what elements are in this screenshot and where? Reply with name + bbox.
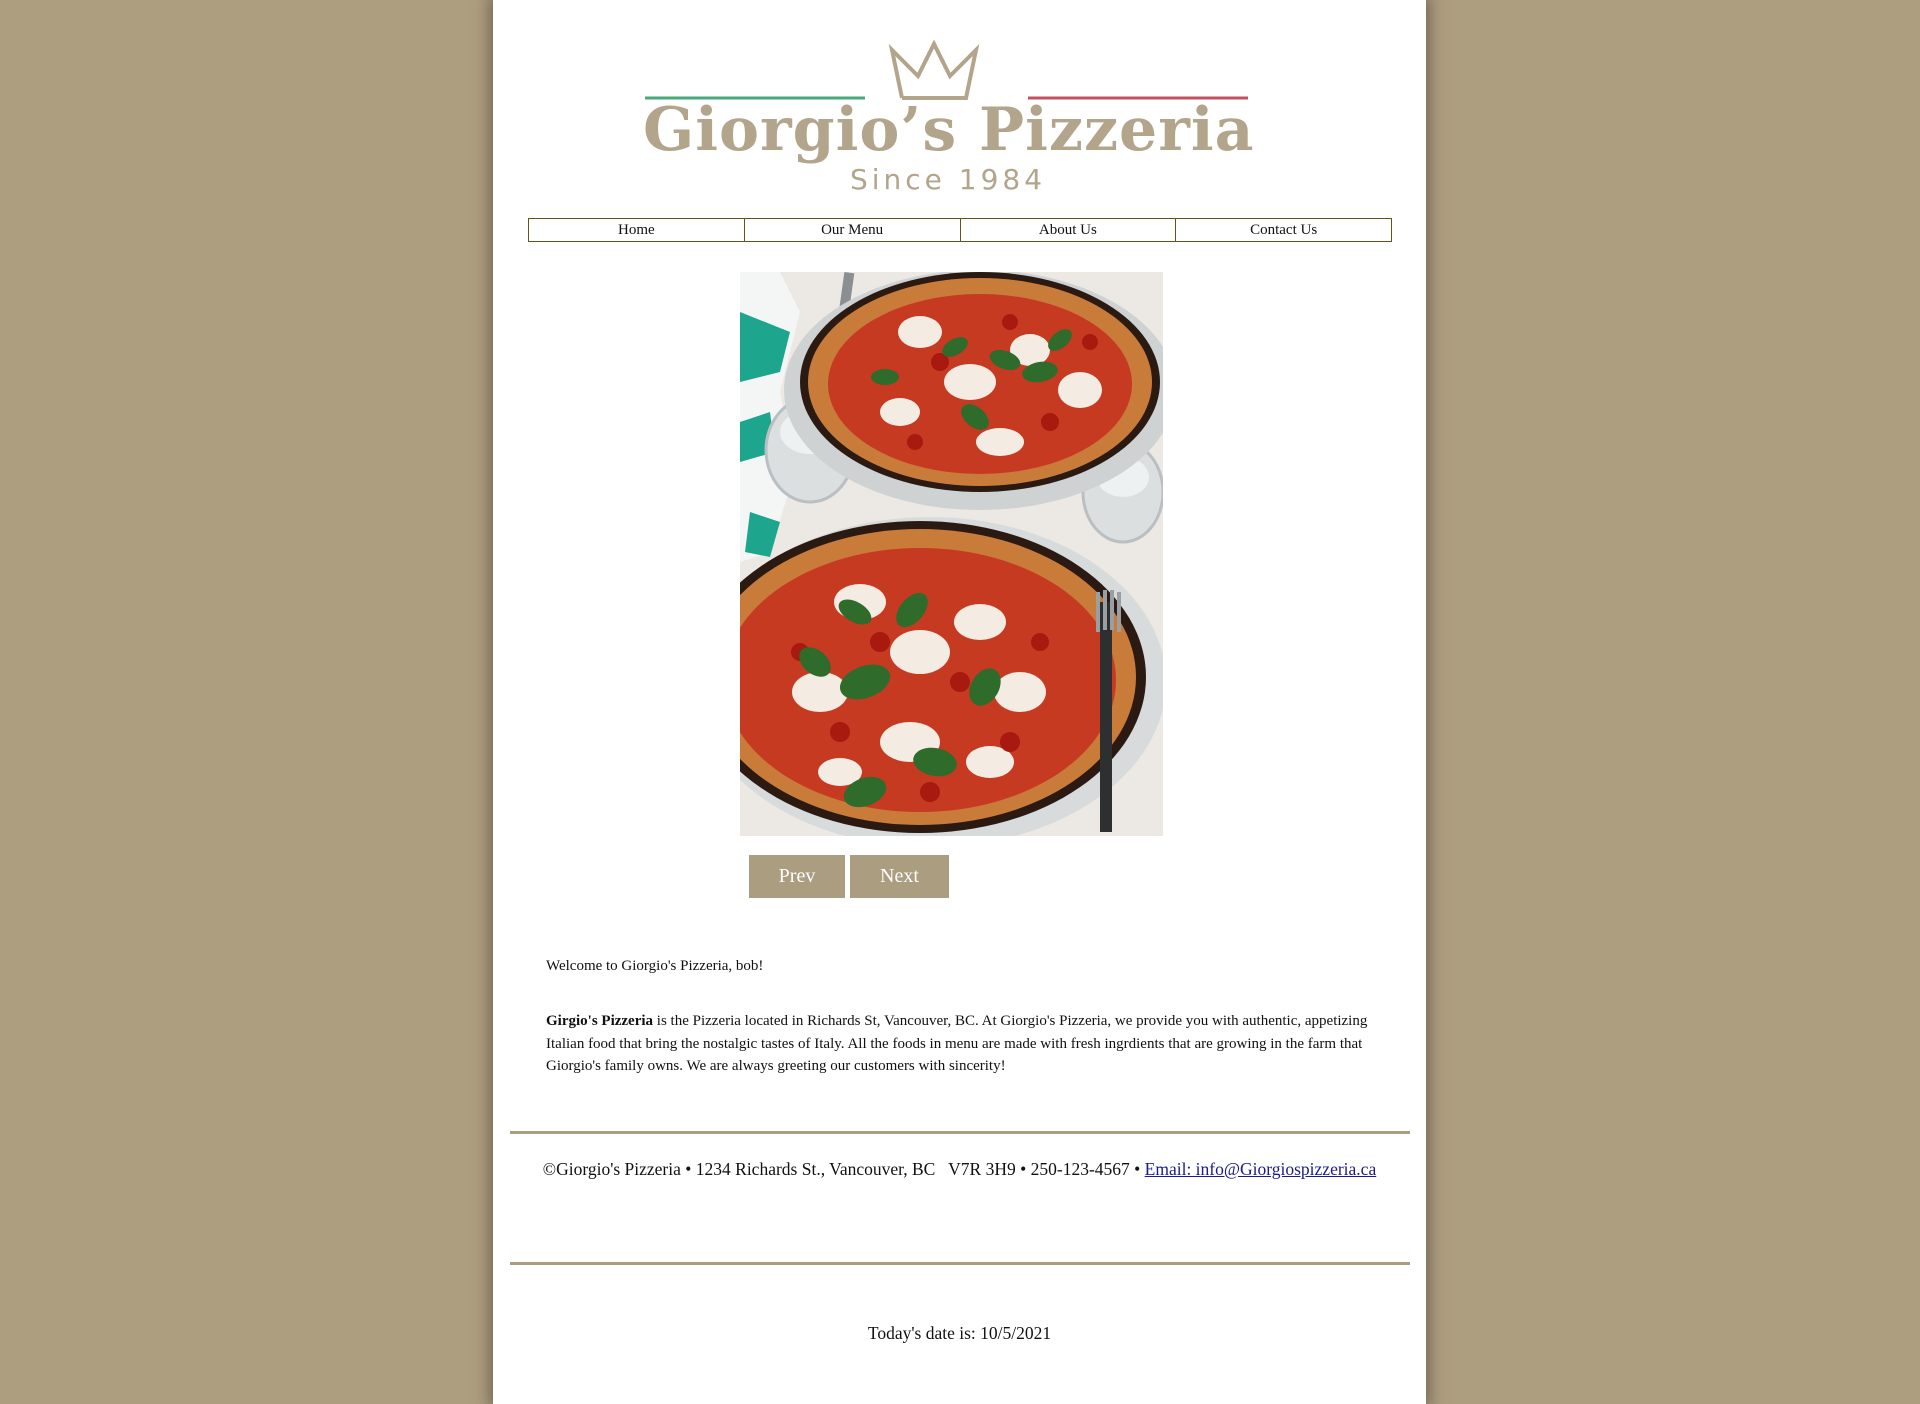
prev-button[interactable]: Prev (749, 855, 845, 898)
footer-bottom-divider (510, 1262, 1410, 1265)
pizza-photo (740, 272, 1163, 836)
welcome-message: Welcome to Giorgio's Pizzeria, bob! (546, 958, 764, 974)
email-link[interactable]: Email: info@Giorgiospizzeria.ca (1145, 1159, 1377, 1179)
next-button[interactable]: Next (850, 855, 949, 898)
todays-date: Today's date is: 10/5/2021 (867, 1323, 1052, 1343)
footer-address: ©Giorgio's Pizzeria • 1234 Richards St.,… (542, 1159, 1145, 1179)
slideshow-image (740, 272, 1163, 836)
nav-item-about-us[interactable]: About Us (959, 218, 1177, 242)
logo-name: Giorgio’s Pizzeria (643, 95, 1255, 165)
crown-icon (888, 39, 980, 100)
about-text: is the Pizzeria located in Richards St, … (546, 1013, 1368, 1074)
slideshow-controls: Prev Next (749, 855, 949, 898)
logo-tagline: Since 1984 (849, 163, 1047, 196)
nav-item-home[interactable]: Home (528, 218, 745, 242)
about-brand-name: Girgio's Pizzeria (546, 1013, 654, 1029)
footer-top-divider (510, 1131, 1410, 1134)
main-nav: Home Our Menu About Us Contact Us (528, 218, 1392, 242)
nav-item-our-menu[interactable]: Our Menu (743, 218, 961, 242)
nav-item-contact-us[interactable]: Contact Us (1175, 218, 1392, 242)
logo: Giorgio’s Pizzeria Since 1984 (643, 38, 1255, 198)
about-paragraph: Girgio's Pizzeria is the Pizzeria locate… (546, 1010, 1376, 1078)
page-container: Giorgio’s Pizzeria Since 1984 Home Our M… (493, 0, 1426, 1404)
footer: ©Giorgio's Pizzeria • 1234 Richards St.,… (493, 1159, 1426, 1180)
